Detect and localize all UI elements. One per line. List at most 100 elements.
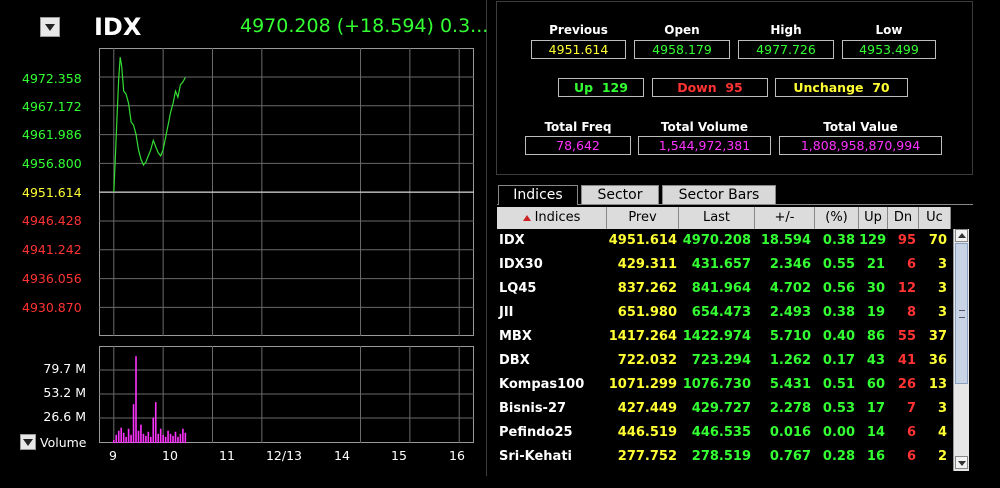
volume-dropdown[interactable]: Volume — [20, 434, 87, 450]
price-y-label: 4946.428 — [22, 213, 82, 228]
time-label: 12/13 — [265, 448, 303, 463]
volume-bar — [150, 436, 152, 443]
row-change: 2.493 — [769, 305, 811, 320]
row-prev: 446.519 — [617, 425, 677, 440]
volume-bar — [182, 428, 184, 443]
volume-bar — [147, 431, 150, 443]
row-index-name: IDX30 — [499, 257, 543, 272]
table-row[interactable]: Bisnis-27 427.449 429.727 2.278 0.53 17 7 3 — [497, 397, 951, 421]
row-up: 14 — [866, 425, 885, 440]
row-last: 4970.208 — [682, 233, 751, 248]
row-index-name: LQ45 — [499, 281, 537, 296]
col-header-up[interactable]: Up — [859, 207, 888, 229]
col-header-percent[interactable]: (%) — [815, 207, 859, 229]
table-row[interactable]: LQ45 837.262 841.964 4.702 0.56 30 12 3 — [497, 277, 951, 301]
price-y-label: 4972.358 — [22, 71, 82, 86]
row-index-name: IDX — [499, 233, 525, 248]
row-dn: 6 — [906, 425, 916, 440]
table-row[interactable]: JII 651.980 654.473 2.493 0.38 19 8 3 — [497, 301, 951, 325]
row-last: 278.519 — [691, 449, 751, 464]
row-percent: 0.00 — [822, 425, 855, 440]
row-dn: 6 — [906, 257, 916, 272]
low-label: Low — [875, 23, 903, 37]
row-last: 723.294 — [691, 353, 751, 368]
volume-dropdown-button[interactable] — [20, 434, 36, 450]
row-change: 2.278 — [769, 401, 811, 416]
volume-bar — [152, 417, 155, 443]
col-header-last[interactable]: Last — [679, 207, 755, 229]
row-prev: 1071.299 — [608, 377, 677, 392]
row-up: 21 — [866, 257, 885, 272]
table-scrollbar[interactable] — [953, 229, 969, 471]
row-change: 2.346 — [769, 257, 811, 272]
total-volume-label: Total Volume — [660, 120, 749, 134]
row-uc: 13 — [928, 377, 947, 392]
col-header-dn[interactable]: Dn — [888, 207, 919, 229]
volume-bar — [162, 434, 164, 443]
volume-bar — [154, 402, 157, 443]
row-up: 30 — [866, 281, 885, 296]
col-header-uc[interactable]: Uc — [919, 207, 951, 229]
row-index-name: Pefindo25 — [499, 425, 573, 440]
price-y-label: 4967.172 — [22, 99, 82, 114]
row-prev: 4951.614 — [608, 233, 677, 248]
col-header-change[interactable]: +/- — [755, 207, 815, 229]
chart-panel: IDX 4970.208 (+18.594) 0.3... 4972.358 49… — [0, 0, 488, 488]
chevron-up-icon — [958, 233, 966, 238]
volume-chart[interactable] — [99, 346, 474, 443]
col-header-prev[interactable]: Prev — [607, 207, 679, 229]
row-uc: 36 — [928, 353, 947, 368]
row-percent: 0.56 — [822, 281, 855, 296]
volume-bar — [177, 436, 179, 443]
table-row[interactable]: DBX 722.032 723.294 1.262 0.17 43 41 36 — [497, 349, 951, 373]
total-value-value: 1,808,958,870,994 — [779, 136, 942, 155]
index-dropdown-button[interactable] — [40, 17, 60, 37]
table-row[interactable]: IDX30 429.311 431.657 2.346 0.55 21 6 3 — [497, 253, 951, 277]
tab-indices[interactable]: Indices — [498, 185, 578, 205]
table-row[interactable]: IDX 4951.614 4970.208 18.594 0.38 129 95 70 — [497, 229, 951, 253]
row-percent: 0.51 — [822, 377, 855, 392]
row-percent: 0.17 — [822, 353, 855, 368]
row-dn: 41 — [897, 353, 916, 368]
volume-bar — [132, 404, 135, 443]
tab-sector-bars[interactable]: Sector Bars — [662, 185, 776, 205]
row-last: 446.535 — [691, 425, 751, 440]
price-y-label: 4936.056 — [22, 271, 82, 286]
row-up: 19 — [866, 305, 885, 320]
scroll-thumb[interactable] — [955, 243, 968, 384]
volume-bar — [157, 433, 160, 443]
volume-bar — [115, 434, 118, 443]
high-value: 4977.726 — [738, 40, 834, 59]
volume-bar — [184, 432, 187, 443]
time-label: 14 — [334, 448, 350, 463]
row-last: 841.964 — [691, 281, 751, 296]
row-percent: 0.53 — [822, 401, 855, 416]
table-row[interactable]: MBX 1417.264 1422.974 5.710 0.40 86 55 37 — [497, 325, 951, 349]
price-y-label: 4956.800 — [22, 156, 82, 171]
volume-label-1: 79.7 M — [43, 361, 86, 376]
scroll-down-button[interactable] — [955, 456, 968, 469]
volume-label-3: 26.6 M — [43, 409, 86, 424]
tab-sector[interactable]: Sector — [581, 185, 659, 205]
volume-bar — [167, 430, 169, 443]
volume-bar — [140, 424, 142, 443]
row-percent: 0.38 — [822, 233, 855, 248]
col-header-indices[interactable]: Indices — [497, 207, 607, 229]
volume-bar — [137, 430, 140, 443]
table-row[interactable]: Kompas100 1071.299 1076.730 5.431 0.51 60 26 13 — [497, 373, 951, 397]
table-row[interactable]: Pefindo25 446.519 446.535 0.016 0.00 14 6 4 — [497, 421, 951, 445]
time-label: 11 — [219, 448, 235, 463]
time-label: 15 — [391, 448, 407, 463]
table-row[interactable]: Sri-Kehati 277.752 278.519 0.767 0.28 16 6 2 — [497, 445, 951, 469]
down-count: Down 95 — [652, 78, 768, 97]
row-last: 429.727 — [691, 401, 751, 416]
total-volume-value: 1,544,972,381 — [638, 136, 771, 155]
row-uc: 3 — [937, 281, 947, 296]
status-bar — [0, 476, 1000, 488]
row-dn: 8 — [906, 305, 916, 320]
row-up: 43 — [866, 353, 885, 368]
scroll-up-button[interactable] — [955, 229, 968, 242]
price-chart[interactable] — [99, 48, 474, 336]
row-change: 18.594 — [760, 233, 811, 248]
volume-bar — [125, 436, 127, 443]
